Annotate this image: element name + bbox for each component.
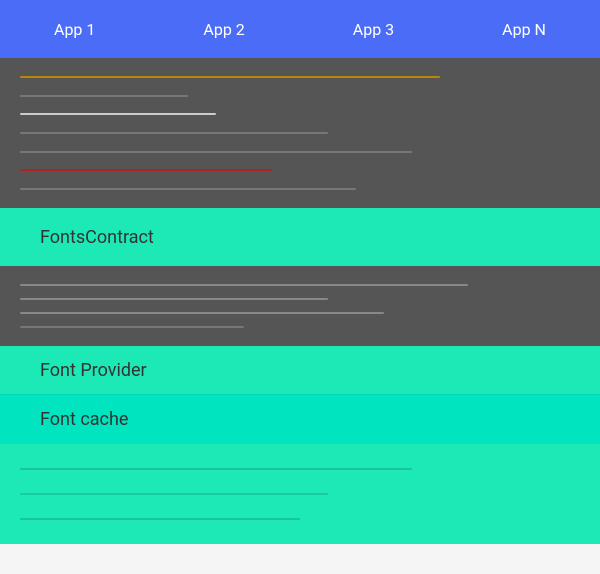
bottom-teal-section <box>0 444 600 544</box>
teal-line-3 <box>20 518 300 520</box>
line-1 <box>20 95 188 97</box>
teal-line-2 <box>20 493 328 495</box>
fonts-contract-label: FontsContract <box>40 227 154 248</box>
line-3 <box>20 151 412 153</box>
tab-app1[interactable]: App 1 <box>44 0 105 58</box>
line-red <box>20 169 272 171</box>
fonts-contract-block: FontsContract <box>0 208 600 266</box>
app-bar: App 1 App 2 App 3 App N <box>0 0 600 58</box>
tab-app3[interactable]: App 3 <box>343 0 404 58</box>
font-cache-block: Font cache <box>0 394 600 444</box>
tab-app2[interactable]: App 2 <box>193 0 254 58</box>
line-8 <box>20 326 244 328</box>
font-provider-block: Font Provider <box>0 346 600 394</box>
main-container: App 1 App 2 App 3 App N FontsContract Fo… <box>0 0 600 574</box>
line-5 <box>20 284 468 286</box>
font-provider-label: Font Provider <box>40 360 147 381</box>
line-white <box>20 113 216 115</box>
teal-line-1 <box>20 468 412 470</box>
dark-section-1 <box>0 58 600 208</box>
line-2 <box>20 132 328 134</box>
font-cache-label: Font cache <box>40 409 128 430</box>
line-yellow <box>20 76 440 78</box>
line-6 <box>20 298 328 300</box>
line-4 <box>20 188 356 190</box>
dark-section-2 <box>0 266 600 346</box>
tab-appn[interactable]: App N <box>492 0 556 58</box>
line-7 <box>20 312 384 314</box>
